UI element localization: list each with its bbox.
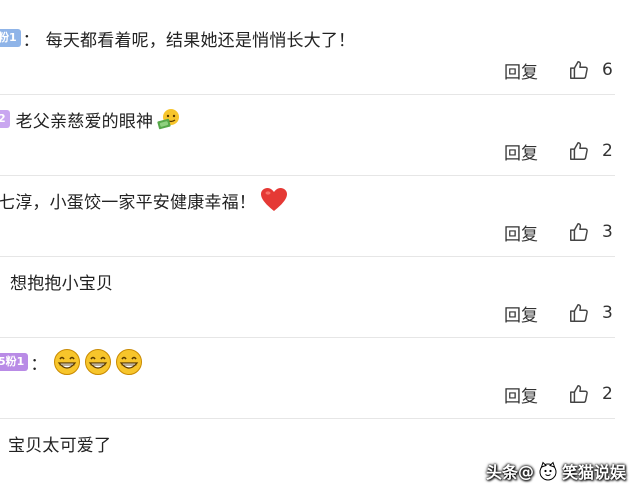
comment-text: 宝贝太可爱了 — [8, 435, 112, 456]
comment-text: 想抱抱小宝贝 — [10, 273, 114, 294]
reply-button[interactable]: 回复 — [504, 382, 538, 407]
thumbs-up-icon[interactable] — [568, 302, 590, 324]
like-count: 3 — [602, 222, 613, 242]
comment-content: 想抱抱小宝贝 — [10, 267, 113, 295]
comment-text: 每天都看着呢，结果她还是悄悄长大了！ — [45, 30, 356, 51]
comment-divider — [0, 256, 615, 257]
fan-badge: 5粉1 — [0, 353, 29, 371]
comment-actions: 回复 3 — [504, 299, 614, 327]
grinning-face-emoji-icon — [54, 349, 143, 375]
comment-content: 2 老父亲慈爱的眼神 — [0, 105, 181, 133]
comment-divider — [0, 337, 615, 338]
cat-logo-icon — [539, 461, 557, 481]
watermark-author: 笑猫说娱 — [561, 463, 626, 482]
reply-button[interactable]: 回复 — [504, 220, 538, 245]
comment-content: 5粉1 ： — [0, 348, 145, 376]
comment-actions: 回复 6 — [504, 56, 614, 84]
thumbs-up-icon[interactable] — [568, 59, 590, 81]
reply-button[interactable]: 回复 — [504, 58, 538, 83]
fan-badge: 粉1 — [0, 29, 21, 47]
comment-divider — [0, 175, 615, 176]
watermark-separator: @ — [517, 461, 534, 481]
like-count: 3 — [602, 303, 613, 323]
comment-text: 七淳，小蛋饺一家平安健康幸福！ — [0, 192, 256, 213]
comment-text: 老父亲慈爱的眼神 — [15, 111, 154, 132]
comment-divider — [0, 418, 615, 419]
thumbs-up-icon[interactable] — [568, 383, 590, 405]
money-face-emoji-icon — [157, 109, 180, 130]
thumbs-up-icon[interactable] — [568, 221, 590, 243]
comment-divider — [0, 94, 615, 95]
comment-colon: ： — [30, 354, 48, 375]
comment-content: 七淳，小蛋饺一家平安健康幸福！ — [0, 186, 288, 214]
like-count: 6 — [602, 60, 613, 80]
comment-content: 粉1 ： 每天都看着呢，结果她还是悄悄长大了！ — [0, 24, 355, 52]
reply-button[interactable]: 回复 — [504, 139, 538, 164]
comment-content: 宝贝太可爱了 — [8, 429, 111, 457]
like-count: 2 — [602, 141, 613, 161]
comment-actions: 回复 3 — [504, 218, 614, 246]
like-count: 2 — [602, 384, 613, 404]
reply-button[interactable]: 回复 — [504, 301, 538, 326]
watermark-source: 头条 — [485, 463, 518, 482]
watermark: 头条 @ 笑猫说娱 — [486, 459, 626, 483]
red-heart-emoji-icon — [261, 188, 287, 211]
comment-actions: 回复 2 — [504, 137, 614, 165]
comment-actions: 回复 2 — [504, 380, 614, 408]
thumbs-up-icon[interactable] — [568, 140, 590, 162]
comment-colon: ： — [22, 30, 40, 51]
fan-badge: 2 — [0, 110, 10, 128]
